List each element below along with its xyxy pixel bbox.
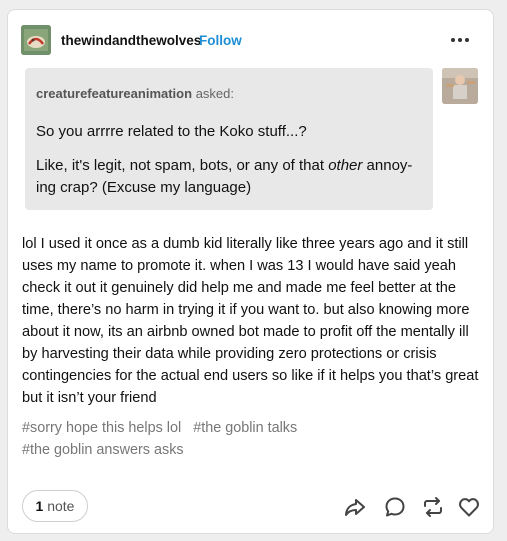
reblog-icon[interactable] — [421, 495, 445, 519]
tag-row: #sorry hope this helps lol #the goblin t… — [22, 417, 482, 439]
blog-username[interactable]: thewindandthewolves — [61, 33, 201, 48]
post-header: thewindandthewolves Follow — [21, 25, 479, 55]
post-card: thewindandthewolves Follow creaturefeatu… — [7, 9, 494, 534]
like-icon[interactable] — [457, 495, 481, 519]
post-actions — [8, 495, 495, 519]
asker-line: creaturefeatureanimation asked: — [36, 86, 234, 101]
answer-text: lol I used it once as a dumb kid literal… — [22, 236, 479, 406]
tag-list: #sorry hope this helps lol #the goblin t… — [22, 417, 482, 461]
tag-link[interactable]: #the goblin talks — [193, 420, 297, 436]
asked-label: asked: — [195, 86, 234, 101]
asker-avatar[interactable] — [442, 68, 478, 104]
ask-question-emphasis: other — [328, 157, 363, 174]
reply-icon[interactable] — [383, 495, 407, 519]
tag-link[interactable]: #the goblin answers asks — [22, 442, 184, 458]
ask-question-line1: So you arrrre related to the Koko stuff.… — [36, 123, 307, 140]
more-dots-icon — [451, 38, 455, 42]
ask-question-text: Like, it's legit, not spam, bots, or any… — [36, 157, 329, 174]
more-dot — [458, 38, 462, 42]
share-icon[interactable] — [343, 495, 367, 519]
tag-row: #the goblin answers asks — [22, 439, 482, 461]
more-options-button[interactable] — [449, 29, 473, 49]
ask-box: creaturefeatureanimation asked: So you a… — [25, 68, 433, 210]
blog-avatar[interactable] — [21, 25, 51, 55]
follow-button[interactable]: Follow — [199, 33, 242, 48]
ask-question-line2: Like, it's legit, not spam, bots, or any… — [36, 155, 426, 199]
tag-link[interactable]: #sorry hope this helps lol — [22, 420, 181, 436]
asker-name[interactable]: creaturefeatureanimation — [36, 86, 192, 101]
more-dot — [465, 38, 469, 42]
